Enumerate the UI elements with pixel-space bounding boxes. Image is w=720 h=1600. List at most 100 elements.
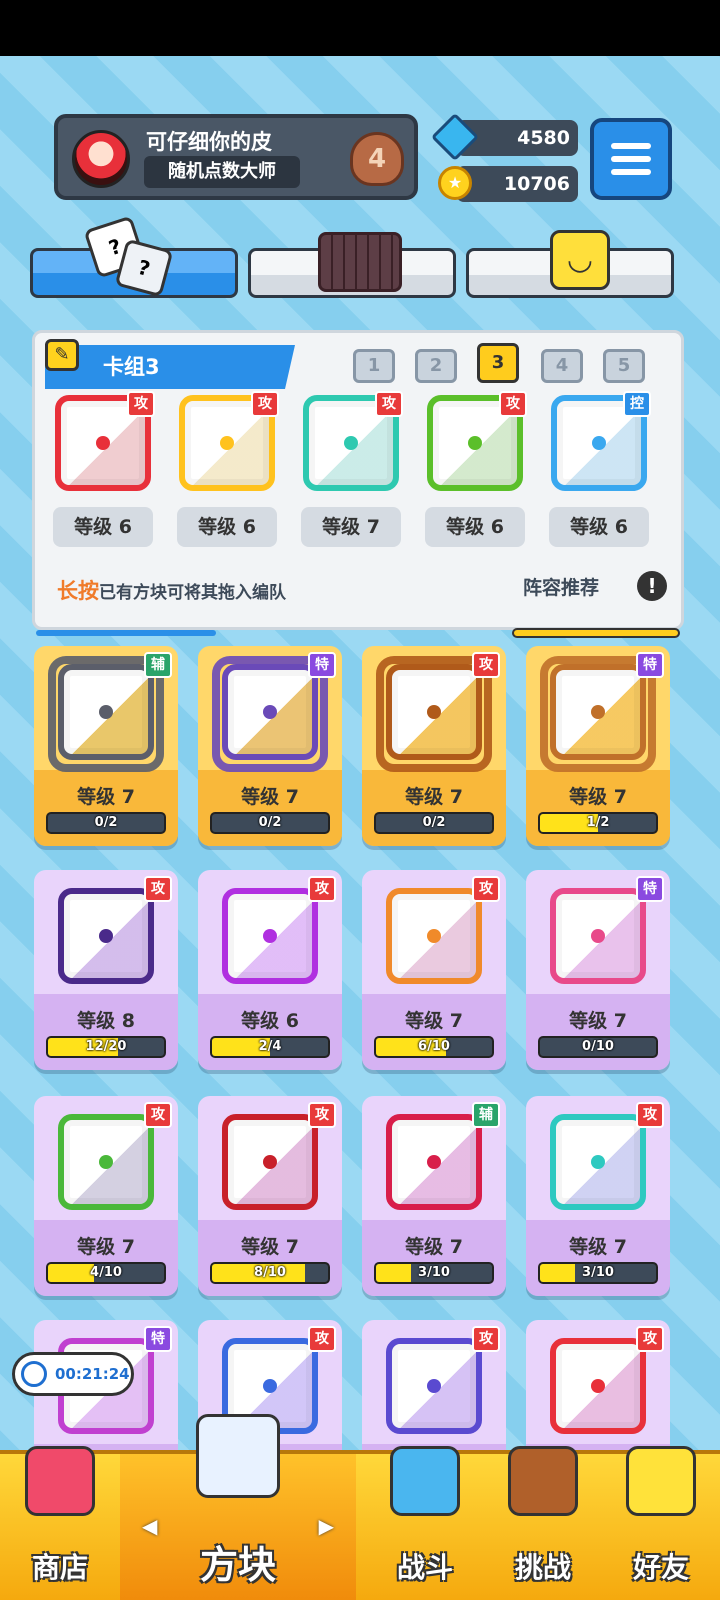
recommend-button[interactable]: 阵容推荐 <box>523 573 599 600</box>
nav-shop[interactable]: 商店 <box>0 1446 120 1600</box>
deck-tab-3[interactable]: 3 <box>477 343 519 383</box>
deck-slot[interactable]: 攻 <box>427 391 527 491</box>
dice-card[interactable]: 攻等级 7 3/10 <box>526 1096 670 1296</box>
dice-tile <box>386 888 482 984</box>
nav-blocks-label: 方块 <box>199 1543 276 1587</box>
card-level: 等级 7 <box>77 1236 135 1258</box>
menu-button[interactable] <box>590 118 672 200</box>
timer-bubble[interactable]: 00:21:24 <box>12 1352 134 1396</box>
profile-panel[interactable]: 可仔细你的皮 随机点数大师 4 <box>54 114 418 200</box>
progress-bar: 4/10 <box>46 1262 166 1284</box>
deck-tab-4[interactable]: 4 <box>541 349 583 383</box>
hint-highlight: 长按 <box>57 579 99 603</box>
dice-tile <box>386 1114 482 1210</box>
deck-recommend-underline <box>512 628 680 638</box>
progress-text: 3/10 <box>582 1265 614 1280</box>
dice-tile <box>58 1114 154 1210</box>
deck-title[interactable]: 卡组3 <box>45 345 295 389</box>
stopwatch-icon <box>21 1361 47 1387</box>
dice-card[interactable]: 特等级 7 0/10 <box>526 870 670 1070</box>
slot-level: 等级 7 <box>301 507 401 547</box>
deck-tab-5[interactable]: 5 <box>603 349 645 383</box>
deck-panel: 卡组3 ✎ 1 2 3 4 5 攻等级 6 攻等级 6 攻等级 7 攻等级 6 控等级 … <box>32 330 684 630</box>
dice-tile <box>550 1114 646 1210</box>
dice-tile <box>58 888 154 984</box>
dice-card[interactable]: 攻等级 8 12/20 <box>34 870 178 1070</box>
card-level: 等级 8 <box>77 1010 135 1032</box>
dice-pip <box>468 436 482 450</box>
type-badge: 攻 <box>472 652 500 678</box>
progress-text: 4/10 <box>90 1265 122 1280</box>
dice-pip <box>591 929 605 943</box>
info-icon[interactable]: ! <box>637 571 667 601</box>
nav-right-arrow: ▶ <box>318 1514 334 1538</box>
card-level: 等级 7 <box>405 1236 463 1258</box>
dice-pip <box>591 705 605 719</box>
battle-icon <box>390 1446 460 1516</box>
dice-tile <box>58 664 154 760</box>
dice-tile <box>550 888 646 984</box>
status-bar <box>0 0 720 56</box>
dice-pip <box>263 1155 277 1169</box>
slot-level: 等级 6 <box>53 507 153 547</box>
deck-tab-1[interactable]: 1 <box>353 349 395 383</box>
dice-card[interactable]: 特等级 7 1/2 <box>526 646 670 846</box>
nav-challenge[interactable]: 挑战 <box>484 1446 602 1600</box>
dice-card[interactable]: 辅等级 7 0/2 <box>34 646 178 846</box>
card-level: 等级 7 <box>241 786 299 808</box>
dice-pip <box>427 705 441 719</box>
type-badge: 攻 <box>636 1102 664 1128</box>
nav-left-arrow: ◀ <box>142 1514 158 1538</box>
dice-card[interactable]: 攻等级 7 0/2 <box>362 646 506 846</box>
progress-bar: 12/20 <box>46 1036 166 1058</box>
deck-title-label: 卡组3 <box>103 355 160 379</box>
dice-pip <box>99 705 113 719</box>
dice-pip <box>99 1155 113 1169</box>
progress-bar: 2/4 <box>210 1036 330 1058</box>
coin-counter: 10706 <box>456 166 578 202</box>
dice-pip <box>96 436 110 450</box>
dice-card[interactable]: 攻等级 7 6/10 <box>362 870 506 1070</box>
progress-text: 0/2 <box>94 815 118 830</box>
slot-level: 等级 6 <box>425 507 525 547</box>
nav-blocks[interactable]: 方块 ◀ ▶ <box>120 1414 356 1600</box>
avatar[interactable] <box>72 130 130 188</box>
nav-battle-label: 战斗 <box>396 1551 453 1584</box>
dice-pip <box>427 1379 441 1393</box>
deck-hint: 长按已有方块可将其拖入编队 <box>57 575 286 605</box>
bottom-nav: 商店 方块 ◀ ▶ 战斗 挑战 好友 <box>0 1414 720 1600</box>
type-badge: 攻 <box>499 391 527 417</box>
deck-slot[interactable]: 攻 <box>303 391 403 491</box>
dice-tile <box>550 1338 646 1434</box>
type-badge: 攻 <box>472 1326 500 1352</box>
dice-card[interactable]: 特等级 7 0/2 <box>198 646 342 846</box>
dice-card[interactable]: 攻等级 7 8/10 <box>198 1096 342 1296</box>
type-badge: 攻 <box>251 391 279 417</box>
coin-icon: ★ <box>438 166 472 200</box>
nav-shop-label: 商店 <box>31 1551 88 1584</box>
deck-slot[interactable]: 攻 <box>55 391 155 491</box>
challenge-icon <box>508 1446 578 1516</box>
slot-level: 等级 6 <box>177 507 277 547</box>
deck-tab-2[interactable]: 2 <box>415 349 457 383</box>
dice-pip <box>427 929 441 943</box>
deck-slot[interactable]: 攻 <box>179 391 279 491</box>
dice-card[interactable]: 辅等级 7 3/10 <box>362 1096 506 1296</box>
deck-slot[interactable]: 控 <box>551 391 651 491</box>
card-level: 等级 7 <box>405 1010 463 1032</box>
nav-friends[interactable]: 好友 <box>602 1446 720 1600</box>
nav-battle[interactable]: 战斗 <box>366 1446 484 1600</box>
dice-tile <box>386 664 482 760</box>
player-name: 可仔细你的皮 <box>146 130 272 154</box>
slot-level: 等级 6 <box>549 507 649 547</box>
pencil-icon[interactable]: ✎ <box>45 339 79 371</box>
type-badge: 特 <box>144 1326 172 1352</box>
friends-icon <box>626 1446 696 1516</box>
card-level: 等级 7 <box>77 786 135 808</box>
dice-pip <box>591 1379 605 1393</box>
dice-pip <box>591 1155 605 1169</box>
dice-card[interactable]: 攻等级 6 2/4 <box>198 870 342 1070</box>
smile-icon: ◡ <box>550 230 610 290</box>
dice-card[interactable]: 攻等级 7 4/10 <box>34 1096 178 1296</box>
progress-text: 0/2 <box>422 815 446 830</box>
